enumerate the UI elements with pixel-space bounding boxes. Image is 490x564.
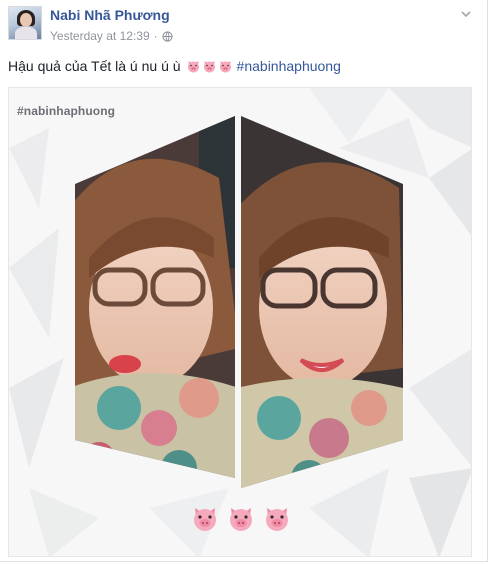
pig-face-icon xyxy=(203,60,215,72)
pig-face-icon xyxy=(194,508,216,531)
author-avatar[interactable] xyxy=(8,6,42,40)
post-card: Nabi Nhã Phương Yesterday at 12:39 · Hậu… xyxy=(0,0,488,562)
timestamp-link[interactable]: Yesterday at 12:39 xyxy=(50,29,150,43)
photo-watermark: #nabinhaphuong xyxy=(17,104,116,118)
photo-background xyxy=(9,88,471,556)
globe-icon[interactable] xyxy=(162,30,173,42)
post-photo[interactable]: #nabinhaphuong xyxy=(8,87,472,557)
meta-separator: · xyxy=(153,29,158,43)
photo-panel-left xyxy=(75,116,235,478)
pig-face-icon xyxy=(187,60,199,72)
photo-pig-emoji-row xyxy=(190,504,292,534)
pig-face-icon xyxy=(230,508,252,531)
photo-panel-right xyxy=(241,116,403,488)
author-name-link[interactable]: Nabi Nhã Phương xyxy=(50,7,170,23)
post-meta: Yesterday at 12:39 · xyxy=(50,29,173,43)
post-message: Hậu quả của Tết là ú nu ú ù #nabinhaphuo… xyxy=(8,58,341,74)
pig-face-icon xyxy=(266,508,288,531)
pig-face-icon xyxy=(219,60,231,72)
hashtag-link[interactable]: #nabinhaphuong xyxy=(237,58,341,74)
chevron-down-icon[interactable] xyxy=(459,7,473,21)
pig-emoji-group xyxy=(185,59,233,74)
post-message-text: Hậu quả của Tết là ú nu ú ù xyxy=(8,58,181,74)
